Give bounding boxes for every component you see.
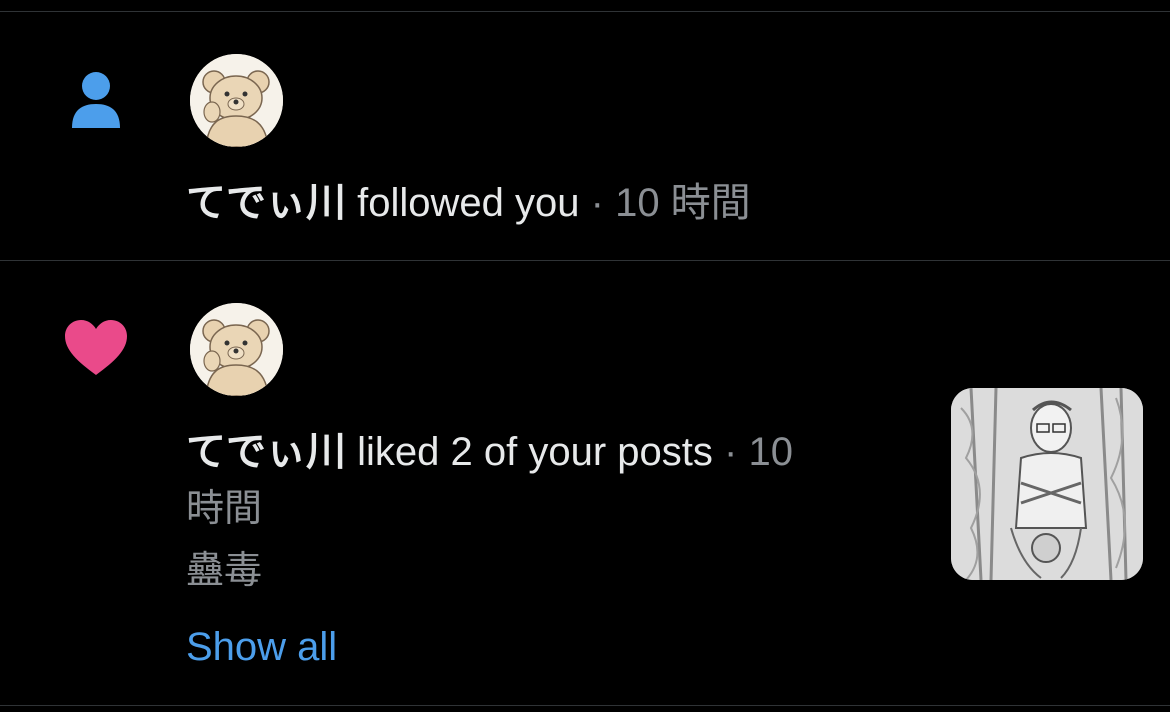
show-all-link[interactable]: Show all [186, 620, 337, 674]
timestamp: 10 [748, 430, 793, 474]
username-link[interactable]: てでぃ川 [186, 181, 346, 225]
notification-text: てでぃ川 liked 2 of your posts · 10 [186, 425, 793, 479]
separator-dot: · [724, 430, 738, 474]
timestamp: 10 時間 [615, 181, 751, 225]
action-text: liked 2 of your posts [357, 430, 713, 474]
username-link[interactable]: てでぃ川 [186, 430, 346, 474]
person-icon [70, 70, 122, 135]
post-thumbnail[interactable] [951, 388, 1143, 580]
avatar[interactable] [190, 54, 283, 147]
avatar[interactable] [190, 303, 283, 396]
timestamp-continued: 時間 [186, 488, 263, 530]
notification-text: てでぃ川 followed you · 10 時間 [186, 176, 751, 230]
bottom-divider [0, 705, 1170, 706]
action-text: followed you [357, 181, 580, 225]
post-preview-text: 蠱毒 [186, 550, 263, 592]
heart-icon [63, 319, 129, 382]
follow-notification[interactable]: てでぃ川 followed you · 10 時間 [0, 12, 1170, 260]
separator-dot: · [590, 181, 604, 225]
